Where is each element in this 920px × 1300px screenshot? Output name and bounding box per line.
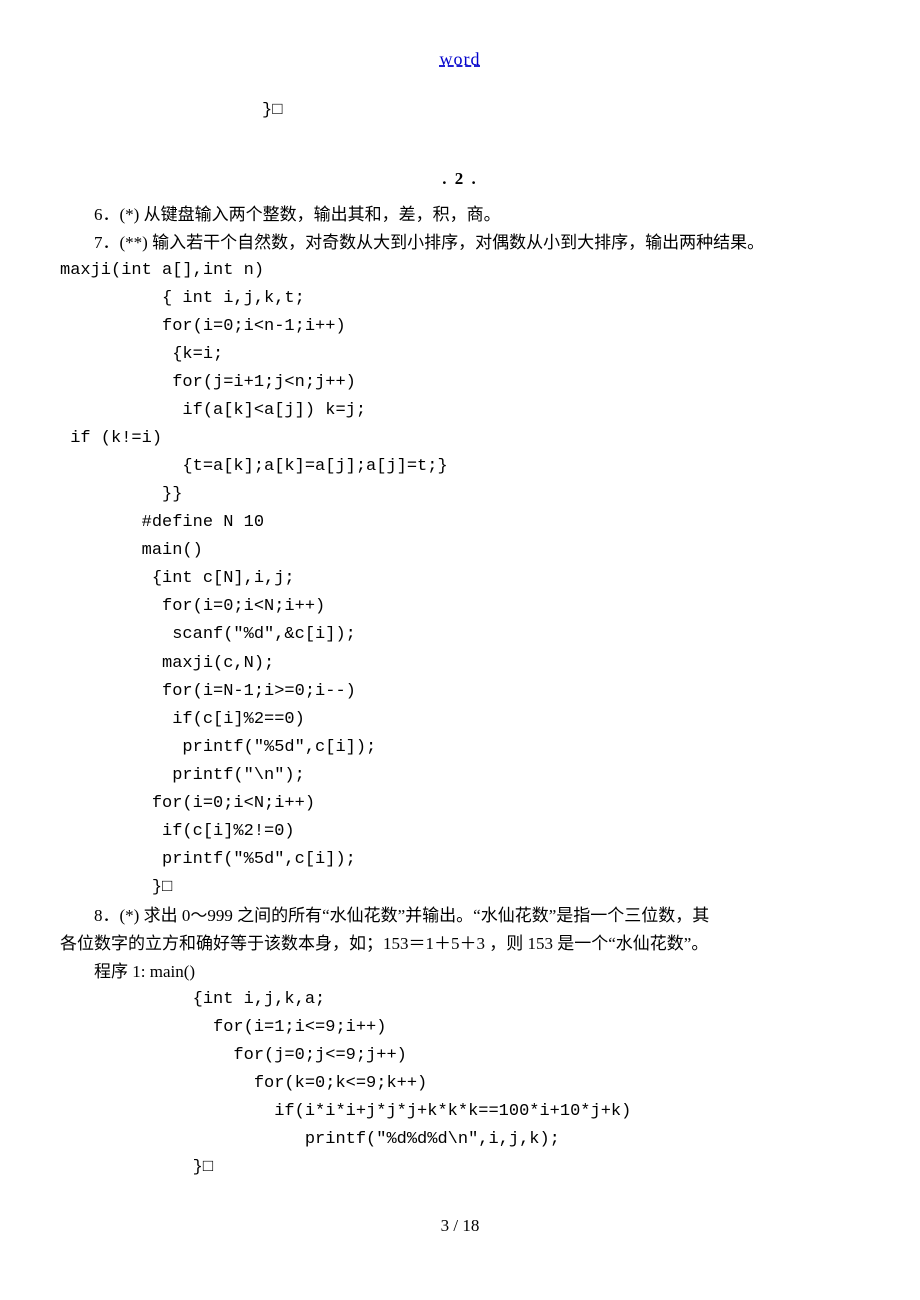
page-header: word — [60, 45, 860, 75]
code7-l08: {t=a[k];a[k]=a[j];a[j]=t;} — [60, 453, 860, 481]
code7-l22: printf("%5d",c[i]); — [60, 846, 860, 874]
code7-l23: } — [60, 878, 162, 897]
code8-l07-wrap: }□ — [60, 1154, 860, 1182]
code7-l09: }} — [60, 481, 860, 509]
code7-l21: if(c[i]%2!=0) — [60, 818, 860, 846]
code8-l07: } — [60, 1158, 203, 1177]
question-8-line1: 8．(*) 求出 0～999 之间的所有“水仙花数”并输出。“水仙花数”是指一个… — [60, 902, 860, 930]
program-1-label: 程序 1: main() — [60, 958, 860, 986]
code7-l14: scanf("%d",&c[i]); — [60, 621, 860, 649]
box-char: □ — [272, 101, 282, 120]
box-char: □ — [162, 878, 172, 897]
question-7: 7．(**) 输入若干个自然数，对奇数从大到小排序，对偶数从小到大排序，输出两种… — [60, 229, 860, 257]
page-footer: 3 / 18 — [60, 1212, 860, 1240]
code8-l05: if(i*i*i+j*j*j+k*k*k==100*i+10*j+k) — [60, 1098, 860, 1126]
code7-l07: if (k!=i) — [60, 425, 860, 453]
code7-l12: {int c[N],i,j; — [60, 565, 860, 593]
code7-l19: printf("\n"); — [60, 762, 860, 790]
code7-l16: for(i=N-1;i>=0;i--) — [60, 678, 860, 706]
code7-l18: printf("%5d",c[i]); — [60, 734, 860, 762]
section-number: . 2 . — [60, 165, 860, 193]
code7-l20: for(i=0;i<N;i++) — [60, 790, 860, 818]
box-char: □ — [203, 1158, 213, 1177]
code7-l23-wrap: }□ — [60, 874, 860, 902]
code7-l11: main() — [60, 537, 860, 565]
code7-l03: for(i=0;i<n-1;i++) — [60, 313, 860, 341]
code8-l04: for(k=0;k<=9;k++) — [60, 1070, 860, 1098]
code7-l05: for(j=i+1;j<n;j++) — [60, 369, 860, 397]
top-code-line: }□ — [60, 97, 860, 125]
question-6: 6．(*) 从键盘输入两个整数，输出其和，差，积，商。 — [60, 201, 860, 229]
question-8-line2: 各位数字的立方和确好等于该数本身，如；153＝1＋5＋3 ，则 153 是一个“… — [60, 930, 860, 958]
page-content: word }□ . 2 . 6．(*) 从键盘输入两个整数，输出其和，差，积，商… — [0, 0, 920, 1270]
code8-l02: for(i=1;i<=9;i++) — [60, 1014, 860, 1042]
code7-l15: maxji(c,N); — [60, 650, 860, 678]
code7-l10: #define N 10 — [60, 509, 860, 537]
code8-l06: printf("%d%d%d\n",i,j,k); — [60, 1126, 860, 1154]
code7-l01: maxji(int a[],int n) — [60, 257, 860, 285]
code7-l17: if(c[i]%2==0) — [60, 706, 860, 734]
code7-l13: for(i=0;i<N;i++) — [60, 593, 860, 621]
code-text: } — [160, 101, 272, 120]
code7-l06: if(a[k]<a[j]) k=j; — [60, 397, 860, 425]
code8-l03: for(j=0;j<=9;j++) — [60, 1042, 860, 1070]
code7-l04: {k=i; — [60, 341, 860, 369]
code8-l01: {int i,j,k,a; — [60, 986, 860, 1014]
code7-l02: { int i,j,k,t; — [60, 285, 860, 313]
